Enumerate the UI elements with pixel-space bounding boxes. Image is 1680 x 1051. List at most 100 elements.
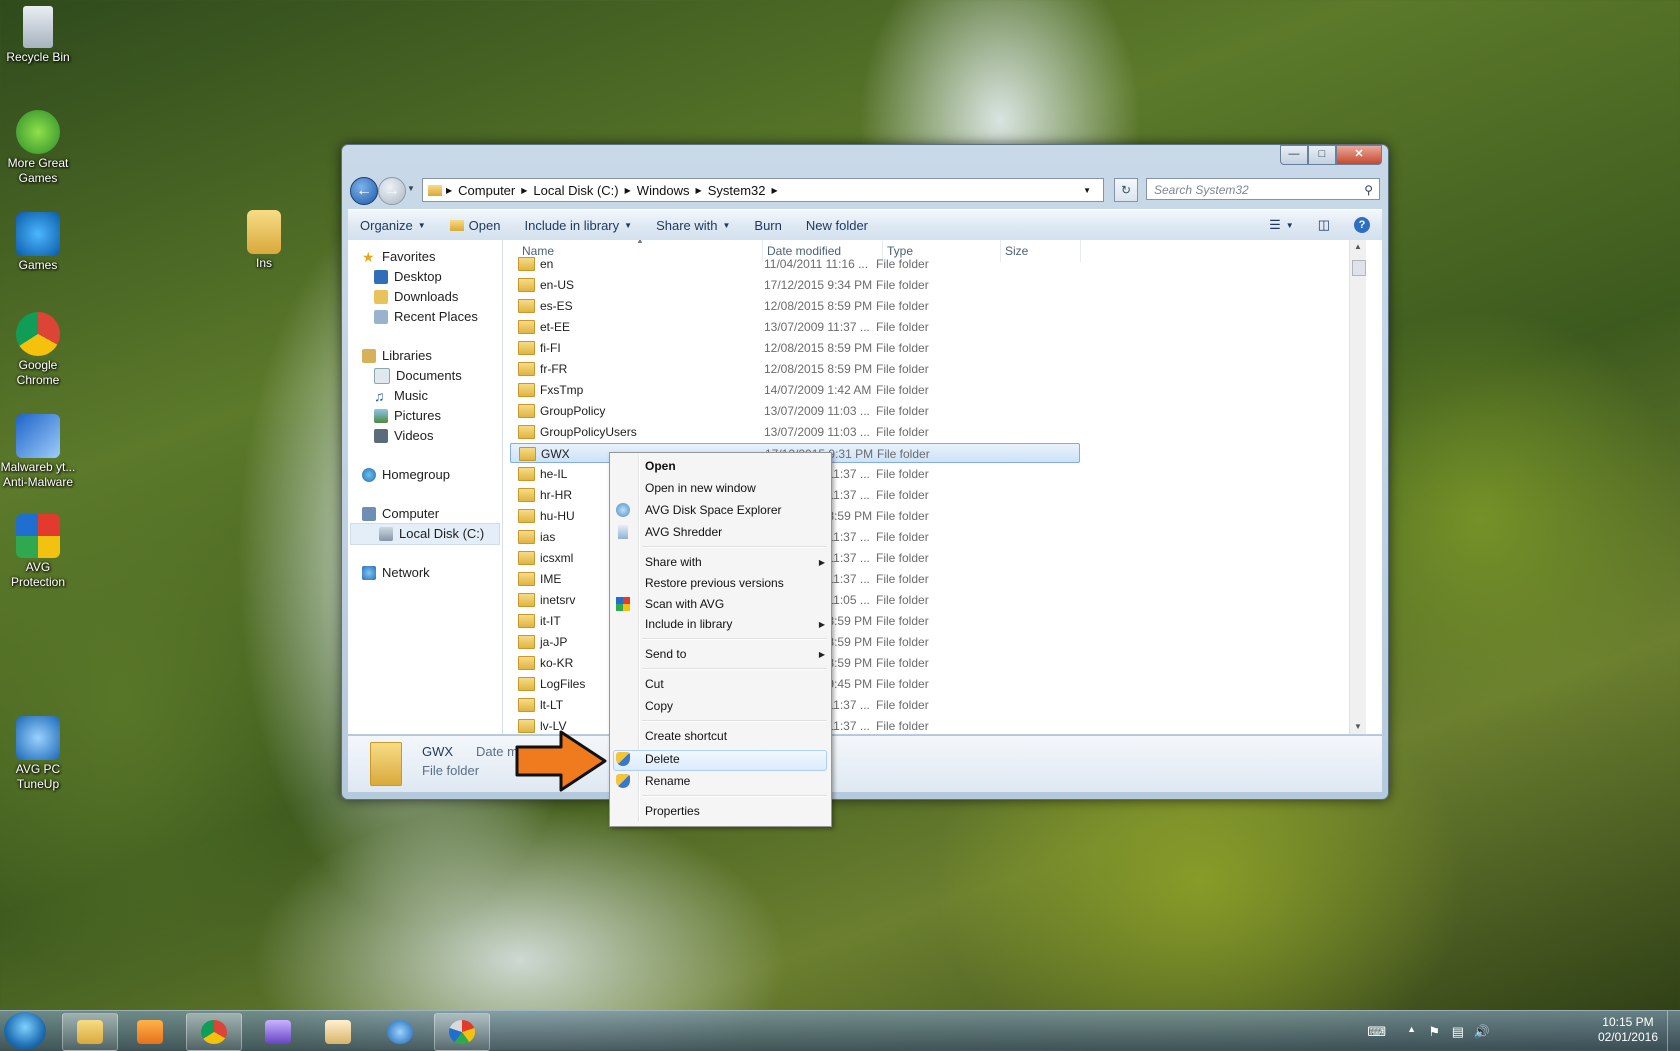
desktop-icon-label: Malwareb yt... Anti-Malware	[0, 460, 76, 489]
row-type: File folder	[876, 320, 929, 334]
taskbar-media-player[interactable]	[122, 1013, 178, 1051]
table-row[interactable]: GroupPolicyUsers 13/07/2009 11:03 ... File…	[510, 422, 1080, 442]
taskbar-avg-tuneup[interactable]	[372, 1013, 428, 1051]
minimize-button[interactable]: —	[1280, 145, 1308, 165]
show-desktop-button[interactable]	[1667, 1011, 1680, 1051]
show-hidden-icons-arrow[interactable]: ▲	[1407, 1024, 1416, 1034]
breadcrumb-windows[interactable]: Windows	[637, 183, 690, 198]
menu-open-new-window[interactable]: Open in new window	[645, 478, 756, 498]
new-folder-label: New folder	[805, 217, 869, 233]
table-row[interactable]: fr-FR 12/08/2015 8:59 PM File folder	[510, 359, 1080, 379]
search-icon[interactable]: ⚲	[1364, 179, 1373, 201]
menu-copy[interactable]: Copy	[645, 696, 673, 716]
action-center-flag-icon[interactable]: ⚑	[1428, 1024, 1440, 1040]
menu-include-in-library[interactable]: Include in library	[645, 614, 732, 634]
search-input[interactable]: Search System32 ⚲	[1146, 178, 1380, 200]
row-name: fi-FI	[540, 341, 561, 355]
address-dropdown-icon[interactable]: ▼	[1083, 186, 1091, 195]
desktop-icon-games[interactable]: Games	[0, 212, 78, 273]
help-button[interactable]: ?	[1342, 217, 1382, 233]
desktop-icon-ins[interactable]: Ins	[224, 210, 304, 271]
menu-cut[interactable]: Cut	[645, 674, 664, 694]
scroll-up-arrow[interactable]: ▲	[1350, 240, 1366, 254]
nav-favorites[interactable]: ★ Favorites	[362, 247, 435, 267]
nav-label: Pictures	[394, 408, 441, 423]
desktop-icon-more-great-games[interactable]: More Great Games	[0, 110, 78, 186]
row-name: ko-KR	[540, 656, 574, 670]
preview-pane-button[interactable]: ◫	[1306, 217, 1342, 233]
menu-avg-disk-space-explorer[interactable]: AVG Disk Space Explorer	[645, 500, 782, 520]
new-folder-button[interactable]: New folder	[794, 218, 880, 233]
nav-pictures[interactable]: Pictures	[374, 406, 441, 426]
menu-avg-shredder[interactable]: AVG Shredder	[645, 522, 722, 542]
taskbar-explorer[interactable]	[62, 1013, 118, 1051]
table-row[interactable]: en 11/04/2011 11:16 ... File folder	[510, 254, 1080, 274]
table-row[interactable]: GroupPolicy 13/07/2009 11:03 ... File fold…	[510, 401, 1080, 421]
recent-pages-dropdown[interactable]: ▼	[407, 184, 415, 193]
menu-create-shortcut[interactable]: Create shortcut	[645, 726, 727, 746]
nav-network[interactable]: Network	[362, 563, 430, 583]
organize-button[interactable]: Organize ▼	[348, 218, 438, 233]
share-with-button[interactable]: Share with ▼	[644, 218, 742, 233]
menu-restore-previous-versions[interactable]: Restore previous versions	[645, 573, 784, 593]
folder-icon	[518, 404, 535, 418]
table-row[interactable]: et-EE 13/07/2009 11:37 ... File folder	[510, 317, 1080, 337]
table-row[interactable]: fi-FI 12/08/2015 8:59 PM File folder	[510, 338, 1080, 358]
volume-icon[interactable]: 🔊	[1474, 1024, 1490, 1040]
table-row[interactable]: en-US 17/12/2015 9:34 PM File folder	[510, 275, 1080, 295]
menu-scan-with-avg[interactable]: Scan with AVG	[645, 594, 724, 614]
nav-videos[interactable]: Videos	[374, 426, 434, 446]
network-tray-icon[interactable]: ▤	[1452, 1024, 1464, 1040]
address-bar[interactable]: ▶ Computer ▶ Local Disk (C:) ▶ Windows ▶…	[422, 178, 1104, 202]
table-row[interactable]: es-ES 12/08/2015 8:59 PM File folder	[510, 296, 1080, 316]
menu-rename[interactable]: Rename	[645, 771, 690, 791]
open-button[interactable]: Open	[438, 218, 513, 233]
menu-share-with[interactable]: Share with	[645, 552, 825, 572]
taskbar-mahjong[interactable]	[310, 1013, 366, 1051]
nav-recent-places[interactable]: Recent Places	[374, 307, 478, 327]
row-type: File folder	[876, 299, 929, 313]
nav-homegroup[interactable]: Homegroup	[362, 465, 450, 485]
keyboard-icon[interactable]: ⌨	[1367, 1024, 1386, 1040]
view-options-button[interactable]: ☰ ▼	[1257, 217, 1306, 233]
include-in-library-button[interactable]: Include in library ▼	[512, 218, 644, 233]
burn-button[interactable]: Burn	[742, 218, 793, 233]
desktop-icon-avg-protection[interactable]: AVG Protection	[0, 514, 78, 590]
nav-local-disk[interactable]: Local Disk (C:)	[350, 523, 500, 545]
desktop-icon-avg-pc-tuneup[interactable]: AVG PC TuneUp	[0, 716, 78, 792]
taskbar-chrome[interactable]	[186, 1013, 242, 1051]
row-date: 13/07/2009 11:03 ...	[764, 404, 870, 418]
nav-music[interactable]: ♫ Music	[374, 386, 428, 406]
desktop-icon-google-chrome[interactable]: Google Chrome	[0, 312, 78, 388]
menu-send-to[interactable]: Send to	[645, 644, 686, 664]
maximize-button[interactable]: □	[1308, 145, 1336, 165]
table-row[interactable]: FxsTmp 14/07/2009 1:42 AM File folder	[510, 380, 1080, 400]
vertical-scrollbar[interactable]: ▲ ▼	[1349, 240, 1366, 734]
desktop-icon-recycle-bin[interactable]: Recycle Bin	[0, 6, 78, 65]
breadcrumb-system32[interactable]: System32	[708, 183, 766, 198]
uac-shield-icon	[616, 774, 630, 788]
start-button[interactable]	[4, 1012, 46, 1050]
folder-icon	[518, 320, 535, 334]
nav-downloads[interactable]: Downloads	[374, 287, 458, 307]
desktop-icon-malwarebytes[interactable]: Malwareb yt... Anti-Malware	[0, 414, 78, 490]
nav-desktop[interactable]: Desktop	[374, 267, 442, 287]
menu-open[interactable]: Open	[645, 456, 676, 476]
taskbar-paint[interactable]	[434, 1013, 490, 1051]
forward-button[interactable]: →	[378, 177, 406, 205]
close-button[interactable]: ✕	[1336, 145, 1382, 165]
refresh-button[interactable]: ↻	[1114, 178, 1138, 202]
avg-disk-space-icon	[616, 503, 630, 517]
taskbar-solitaire[interactable]	[250, 1013, 306, 1051]
breadcrumb-local-disk[interactable]: Local Disk (C:)	[533, 183, 618, 198]
menu-delete[interactable]: Delete	[645, 749, 680, 769]
back-button[interactable]: ←	[350, 177, 378, 205]
breadcrumb-computer[interactable]: Computer	[458, 183, 515, 198]
scroll-down-arrow[interactable]: ▼	[1350, 720, 1366, 734]
clock[interactable]: 10:15 PM 02/01/2016	[1598, 1015, 1658, 1045]
nav-computer[interactable]: Computer	[362, 504, 439, 524]
nav-libraries[interactable]: Libraries	[362, 346, 432, 366]
nav-documents[interactable]: Documents	[374, 366, 462, 386]
menu-properties[interactable]: Properties	[645, 801, 700, 821]
scroll-thumb[interactable]	[1352, 260, 1366, 276]
